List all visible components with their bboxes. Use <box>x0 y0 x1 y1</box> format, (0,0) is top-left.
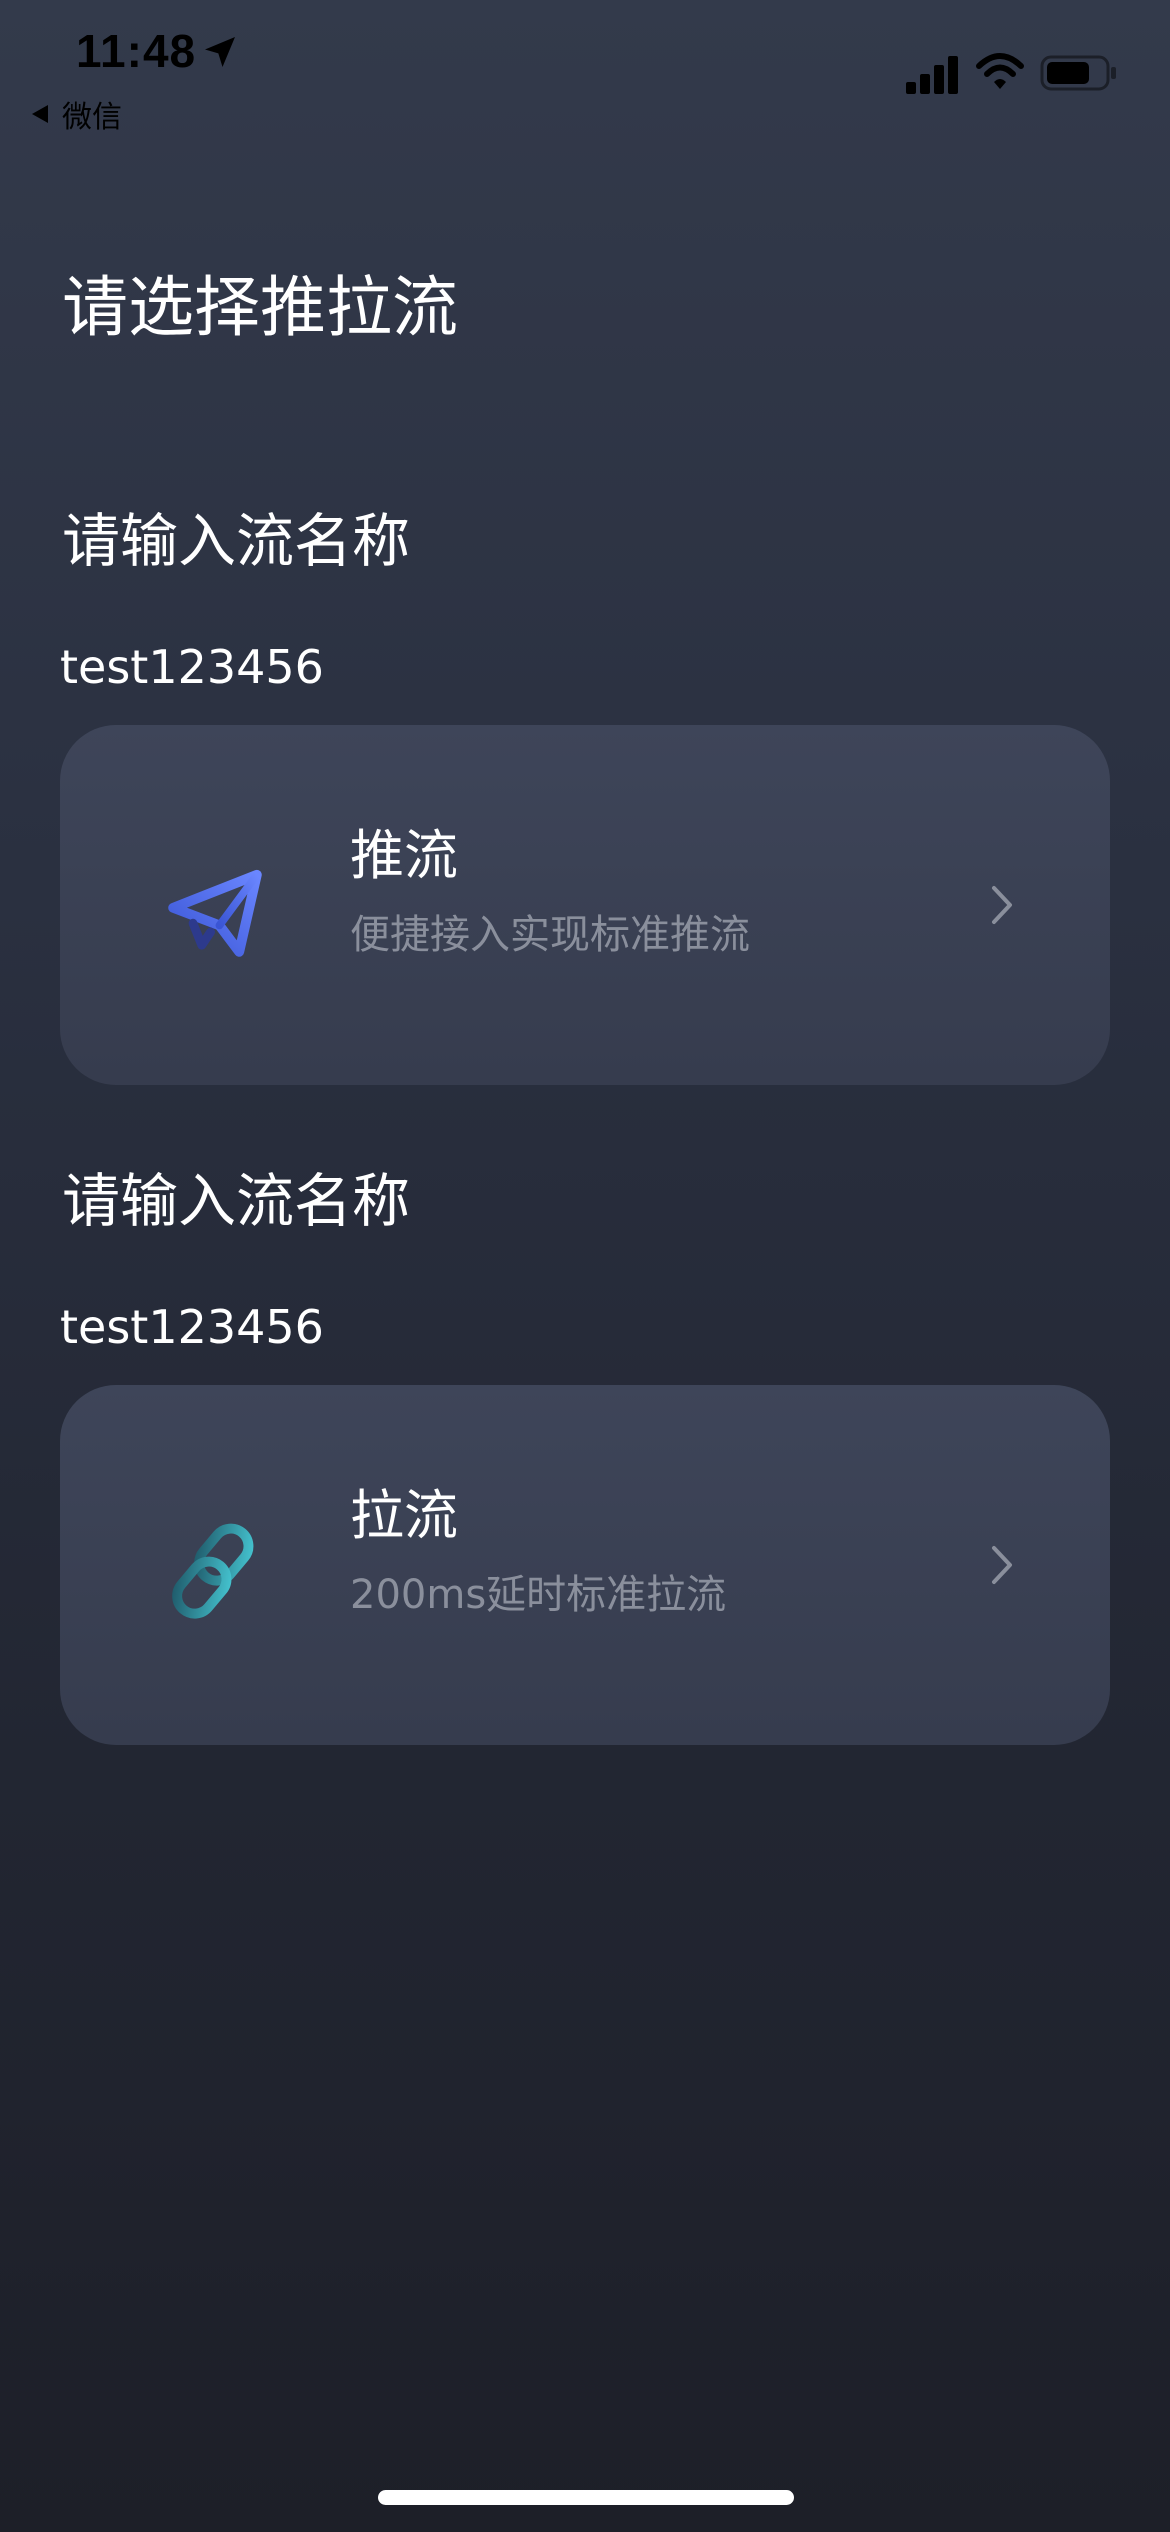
pull-card-subtitle: 200ms延时标准拉流 <box>350 1572 727 1618</box>
pull-stream-name-label: 请输入流名称 <box>62 1167 411 1235</box>
page-title: 请选择推拉流 <box>62 269 458 346</box>
status-time: 11:48 <box>76 25 197 77</box>
link-icon <box>172 1523 254 1619</box>
battery-icon <box>1040 55 1116 91</box>
pull-stream-card[interactable]: 拉流 200ms延时标准拉流 <box>60 1385 1110 1745</box>
back-caret-icon <box>32 105 48 123</box>
back-app-label: 微信 <box>62 100 122 135</box>
wifi-icon <box>976 53 1024 89</box>
back-to-app-button[interactable]: 微信 <box>28 92 122 136</box>
chevron-right-icon <box>992 1546 1012 1584</box>
push-stream-card[interactable]: 推流 便捷接入实现标准推流 <box>60 725 1110 1085</box>
push-card-title: 推流 <box>350 824 458 887</box>
pull-stream-name-input[interactable] <box>60 1292 700 1362</box>
status-bar: 11:48 微信 <box>0 0 1170 140</box>
cellular-signal-icon <box>906 56 958 94</box>
pull-card-title: 拉流 <box>350 1484 458 1547</box>
location-arrow-icon <box>205 37 235 67</box>
push-stream-name-input[interactable] <box>60 632 700 702</box>
chevron-right-icon <box>992 886 1012 924</box>
send-icon <box>168 869 262 957</box>
push-stream-name-label: 请输入流名称 <box>62 507 411 575</box>
home-indicator[interactable] <box>378 2490 794 2505</box>
push-card-subtitle: 便捷接入实现标准推流 <box>350 912 750 958</box>
